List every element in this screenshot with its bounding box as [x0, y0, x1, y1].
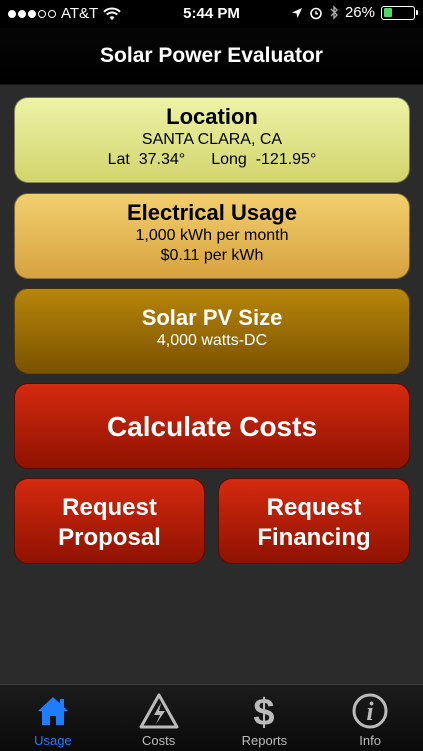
usage-title: Electrical Usage — [127, 200, 297, 225]
tab-reports-label: Reports — [241, 733, 288, 748]
tab-reports[interactable]: $ Reports — [212, 685, 318, 751]
location-card[interactable]: Location SANTA CLARA, CA Lat 37.34° Long… — [14, 97, 410, 183]
longitude-value: Long -121.95° — [211, 151, 317, 168]
navigation-bar: Solar Power Evaluator — [0, 28, 423, 85]
pv-title: Solar PV Size — [141, 305, 283, 330]
svg-text:i: i — [367, 697, 375, 726]
alarm-icon — [310, 7, 322, 19]
solar-pv-size-card[interactable]: Solar PV Size 4,000 watts-DC — [14, 288, 410, 374]
high-voltage-icon — [139, 693, 179, 729]
pv-size: 4,000 watts-DC — [156, 332, 268, 349]
tab-usage-label: Usage — [34, 733, 72, 748]
dollar-icon: $ — [254, 692, 275, 731]
tab-info-label: Info — [359, 733, 381, 748]
svg-text:$: $ — [254, 692, 275, 731]
location-title: Location — [166, 104, 258, 129]
location-place: SANTA CLARA, CA — [141, 131, 283, 148]
request-proposal-line1: Request — [62, 494, 157, 521]
tab-costs-label: Costs — [142, 733, 176, 748]
info-icon: i — [352, 693, 388, 729]
tab-info[interactable]: i Info — [317, 685, 423, 751]
location-arrow-icon — [291, 7, 302, 18]
usage-kwh: 1,000 kWh per month — [135, 227, 289, 244]
request-financing-line2: Financing — [257, 524, 371, 551]
bluetooth-icon — [330, 5, 338, 20]
electrical-usage-card[interactable]: Electrical Usage 1,000 kWh per month $0.… — [14, 193, 410, 279]
page-title: Solar Power Evaluator — [100, 44, 323, 67]
tab-bar: Usage Costs $ Reports i Info — [0, 684, 423, 751]
request-financing-button[interactable]: Request Financing — [218, 478, 410, 564]
tab-costs[interactable]: Costs — [106, 685, 212, 751]
request-financing-line1: Request — [266, 494, 362, 521]
request-proposal-button[interactable]: Request Proposal — [14, 478, 205, 564]
house-icon — [37, 697, 68, 725]
tab-usage[interactable]: Usage — [0, 685, 106, 751]
calculate-costs-button[interactable]: Calculate Costs — [14, 383, 410, 469]
calculate-costs-label: Calculate Costs — [106, 411, 318, 442]
battery-percent: 26% — [344, 4, 375, 21]
status-bar: AT&T 5:44 PM 26% — [0, 0, 423, 28]
request-proposal-line2: Proposal — [58, 524, 161, 551]
latitude-value: Lat 37.34° — [107, 151, 186, 168]
battery-icon — [381, 5, 418, 20]
usage-rate: $0.11 per kWh — [160, 247, 264, 264]
